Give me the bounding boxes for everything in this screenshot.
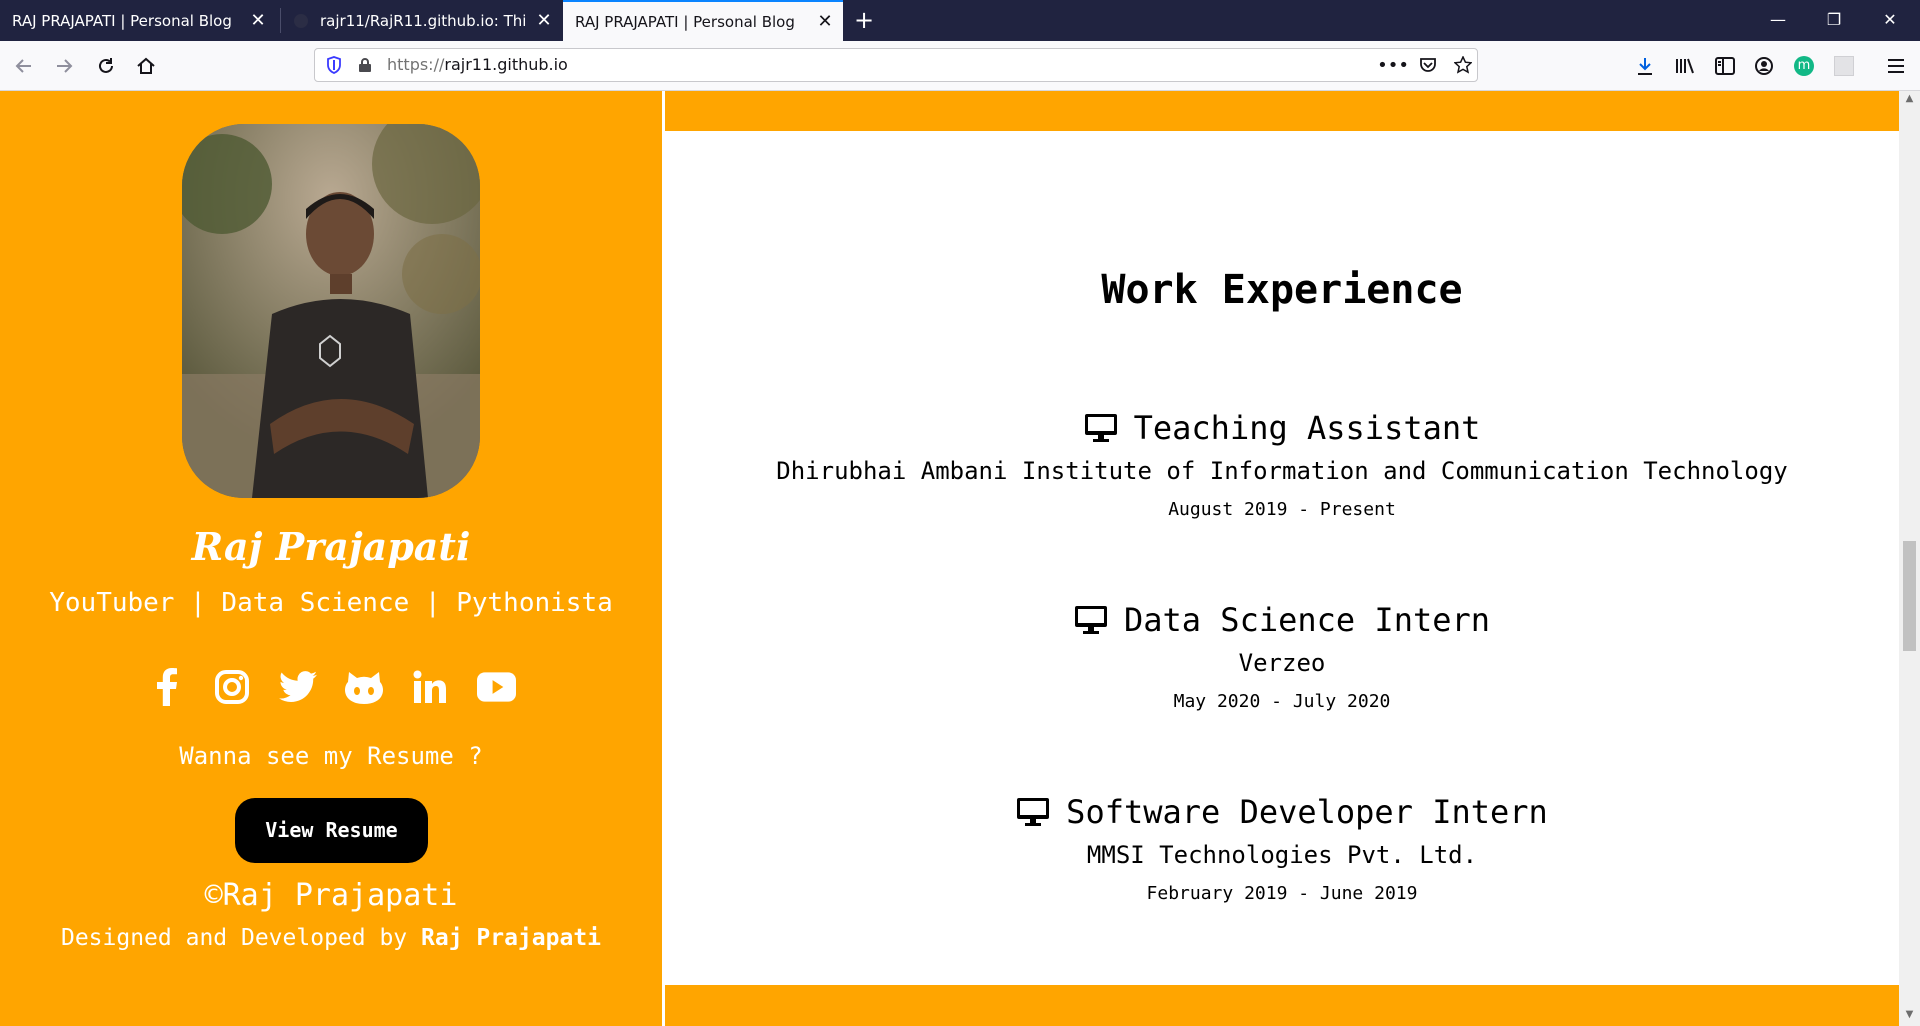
new-tab-button[interactable]: + <box>850 0 878 41</box>
reload-icon <box>99 58 113 73</box>
home-button[interactable] <box>130 50 162 82</box>
tab-1-title: RAJ PRAJAPATI | Personal Blog <box>12 11 232 30</box>
sidebars-icon <box>1715 57 1735 75</box>
desktop-monitor-icon <box>1074 606 1107 634</box>
copyright-text: ©Raj Prajapati <box>204 878 458 913</box>
scroll-down-arrow-icon[interactable]: ▼ <box>1899 1009 1920 1020</box>
job-entry: Software Developer Intern MMSI Technolog… <box>665 791 1899 904</box>
section-band-bottom <box>665 985 1899 1026</box>
job-company: Verzeo <box>1238 649 1326 677</box>
close-icon[interactable]: ✕ <box>526 10 562 31</box>
tab-2-title: rajr11/RajR11.github.io: This is my <box>320 11 526 30</box>
hamburger-menu-icon <box>1888 59 1904 73</box>
back-button[interactable] <box>8 50 40 82</box>
profile-photo-illustration <box>182 124 480 498</box>
menu-button[interactable] <box>1880 50 1912 82</box>
section-band-top <box>665 91 1899 131</box>
bookmark-star-icon[interactable] <box>1448 49 1478 81</box>
url-text[interactable]: https://rajr11.github.io <box>387 49 568 81</box>
facebook-icon[interactable] <box>147 667 186 706</box>
job-title-row: Teaching Assistant <box>665 407 1899 449</box>
instagram-icon[interactable] <box>213 667 252 706</box>
linkedin-icon[interactable] <box>411 667 450 706</box>
designed-by-prefix: Designed and Developed by <box>60 925 421 951</box>
minimize-button[interactable]: — <box>1750 0 1806 41</box>
desktop-monitor-icon <box>1084 414 1117 442</box>
url-scheme: https:// <box>387 55 445 74</box>
youtube-icon[interactable] <box>476 667 516 706</box>
designed-by-name: Raj Prajapati <box>421 925 602 951</box>
lock-icon[interactable] <box>353 49 377 81</box>
account-button[interactable] <box>1748 50 1780 82</box>
tab-1[interactable]: RAJ PRAJAPATI | Personal Blog ✕ <box>0 0 276 41</box>
resume-question: Wanna see my Resume ? <box>179 742 483 770</box>
library-button[interactable] <box>1669 50 1701 82</box>
job-company: MMSI Technologies Pvt. Ltd. <box>1086 841 1478 869</box>
scrollbar-thumb[interactable] <box>1903 541 1916 651</box>
github-icon[interactable] <box>345 667 384 706</box>
twitter-icon[interactable] <box>279 667 318 706</box>
scroll-up-arrow-icon[interactable]: ▲ <box>1899 93 1920 104</box>
job-dates: August 2019 - Present <box>1168 499 1396 520</box>
tab-3-title: RAJ PRAJAPATI | Personal Blog <box>575 12 795 31</box>
tab-2[interactable]: rajr11/RajR11.github.io: This is my ✕ <box>282 0 562 41</box>
profile-photo <box>182 124 480 498</box>
tab-strip: RAJ PRAJAPATI | Personal Blog ✕ rajr11/R… <box>0 0 1920 41</box>
window-close-button[interactable]: ✕ <box>1862 0 1918 41</box>
job-entry: Data Science Intern Verzeo May 2020 - Ju… <box>665 599 1899 712</box>
desktop-monitor-icon <box>1017 798 1050 826</box>
job-title: Software Developer Intern <box>1066 793 1548 831</box>
back-arrow-icon <box>15 59 31 73</box>
view-resume-button[interactable]: View Resume <box>235 798 428 863</box>
downloads-button[interactable] <box>1629 50 1661 82</box>
tab-3-active[interactable]: RAJ PRAJAPATI | Personal Blog ✕ <box>563 0 843 41</box>
job-title-row: Data Science Intern <box>665 599 1899 641</box>
close-icon[interactable]: ✕ <box>807 11 843 32</box>
job-company: Dhirubhai Ambani Institute of Informatio… <box>776 457 1788 485</box>
url-host: rajr11.github.io <box>444 55 568 74</box>
web-page: Raj Prajapati YouTuber | Data Science | … <box>0 91 1920 1026</box>
page-actions-icon[interactable]: ••• <box>1377 49 1409 81</box>
tab-separator <box>280 8 281 33</box>
library-icon <box>1676 58 1694 74</box>
tracking-shield-icon[interactable] <box>321 49 347 81</box>
extension-m-button[interactable]: m <box>1788 50 1820 82</box>
job-dates: May 2020 - July 2020 <box>1173 691 1391 712</box>
profile-name: Raj Prajapati <box>191 524 471 569</box>
github-favicon-icon <box>294 13 308 28</box>
job-title: Data Science Intern <box>1123 601 1491 639</box>
close-icon[interactable]: ✕ <box>240 10 276 31</box>
url-bar[interactable]: https://rajr11.github.io ••• <box>314 48 1478 82</box>
home-icon <box>137 57 155 74</box>
forward-button[interactable] <box>48 50 80 82</box>
job-entry: Teaching Assistant Dhirubhai Ambani Inst… <box>665 407 1899 520</box>
job-dates: February 2019 - June 2019 <box>1146 883 1418 904</box>
extension-icon <box>1834 56 1854 76</box>
main-content: Work Experience Teaching Assistant Dhiru… <box>665 91 1899 1026</box>
job-title: Teaching Assistant <box>1133 409 1481 447</box>
pocket-icon[interactable] <box>1413 49 1443 81</box>
restore-button[interactable]: ❐ <box>1806 0 1862 41</box>
job-title-row: Software Developer Intern <box>665 791 1899 833</box>
profile-sidebar: Raj Prajapati YouTuber | Data Science | … <box>0 91 662 1026</box>
download-icon <box>1638 58 1652 75</box>
social-links <box>0 667 662 706</box>
section-title: Work Experience <box>1101 267 1463 313</box>
designed-by-text: Designed and Developed by Raj Prajapati <box>0 925 662 951</box>
forward-arrow-icon <box>57 59 73 73</box>
extension-button[interactable] <box>1828 50 1860 82</box>
sidebar-toggle-button[interactable] <box>1709 50 1741 82</box>
account-icon <box>1755 57 1773 75</box>
extension-m-icon: m <box>1794 56 1814 76</box>
profile-tagline: YouTuber | Data Science | Pythonista <box>49 588 613 618</box>
reload-button[interactable] <box>90 50 122 82</box>
navigation-toolbar: https://rajr11.github.io ••• m <box>0 41 1920 91</box>
